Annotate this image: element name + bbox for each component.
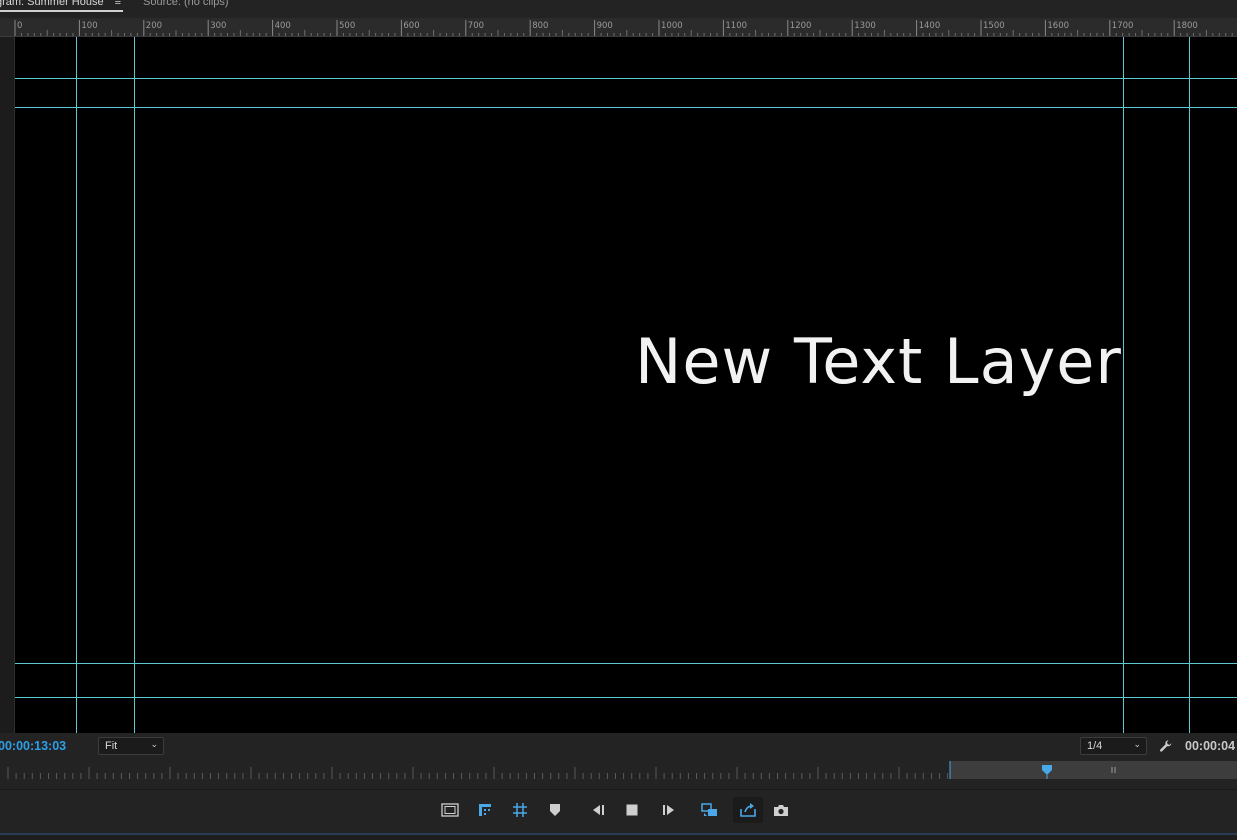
ruler-label: 1000 [661,21,683,31]
guide-vertical[interactable] [1189,37,1190,733]
program-monitor: gram: Summer House ≡ Source: (no clips) … [0,0,1237,840]
vertical-ruler[interactable] [0,37,15,733]
ruler-label: 800 [532,21,548,31]
ruler-label: 500 [339,21,355,31]
ruler-label: 1800 [1176,21,1198,31]
playhead-timecode[interactable]: 00:00:13:03 [0,739,66,753]
ruler-label: 1100 [725,21,747,31]
ruler-label: 1600 [1047,21,1069,31]
guide-horizontal[interactable] [15,78,1237,79]
ruler-ticks: 0 100 200 300 400 500 600 700 800 900 1000 1100 1200… [14,20,1233,36]
stop-icon [626,804,638,816]
step-back-button[interactable] [586,799,610,821]
zoom-level-select[interactable]: Fit ⌄ [98,737,164,755]
panel-tab-bar: gram: Summer House ≡ Source: (no clips) [0,0,1237,12]
tab-program-monitor[interactable]: gram: Summer House ≡ [0,0,124,12]
mini-timeline-ticks [7,761,1237,779]
zoom-level-value: Fit [105,740,118,752]
monitor-controls-row: 00:00:13:03 Fit ⌄ 1/4 ⌄ 00:00:04 [0,733,1237,759]
step-back-icon [593,805,604,815]
tab-source-monitor[interactable]: Source: (no clips) [143,0,229,12]
ruler-label: 600 [403,21,419,31]
hamburger-menu-icon[interactable]: ≡ [115,0,121,8]
transport-controls [0,791,1237,833]
chevron-down-icon: ⌄ [1133,739,1141,749]
grid-button[interactable] [508,799,532,821]
panel-bottom-edge [0,835,1237,840]
marker-icon [550,804,560,816]
guide-horizontal[interactable] [15,663,1237,664]
ruler-label: 1200 [790,21,812,31]
loop-icon [701,803,717,816]
add-marker-icon [479,804,491,816]
video-canvas[interactable]: New Text Layer [15,37,1237,733]
export-frame-icon [740,803,756,817]
horizontal-ruler[interactable]: 0 100 200 300 400 500 600 700 800 900 1000 1100 1200… [0,18,1237,37]
step-forward-button[interactable] [657,799,681,821]
ruler-label: 300 [210,21,226,31]
playback-resolution-value: 1/4 [1087,740,1103,752]
mini-timeline[interactable] [0,759,1237,781]
ruler-label: 100 [81,21,97,31]
ruler-label: 700 [468,21,484,31]
ruler-label: 1700 [1112,21,1134,31]
tab-source-label: Source: (no clips) [143,0,229,8]
marker-button[interactable] [543,799,567,821]
guide-horizontal[interactable] [15,697,1237,698]
ruler-label: 200 [146,21,162,31]
ruler-label: 900 [597,21,613,31]
wrench-icon[interactable] [1159,739,1173,753]
ruler-label: 1500 [983,21,1005,31]
ruler-label: 0 [17,21,22,31]
step-forward-icon [663,805,674,815]
guide-vertical[interactable] [134,37,135,733]
ruler-label: 1400 [919,21,941,31]
work-area-bar [950,761,1237,779]
camera-icon [774,804,788,816]
safe-margins-icon [441,803,459,817]
add-marker-button[interactable] [473,799,497,821]
loop-button[interactable] [698,799,722,821]
controls-divider [0,789,1237,790]
ruler-label: 400 [275,21,291,31]
camera-button[interactable] [769,799,793,821]
guide-horizontal[interactable] [15,107,1237,108]
duration-timecode: 00:00:04 [1185,739,1236,753]
text-layer[interactable]: New Text Layer [635,325,1122,398]
safe-margins-button[interactable] [438,799,462,821]
export-frame-button[interactable] [733,797,763,823]
tab-program-label: gram: Summer House [0,0,104,8]
grid-icon [513,803,527,817]
stop-button[interactable] [620,799,644,821]
chevron-down-icon: ⌄ [150,739,158,749]
guide-vertical[interactable] [76,37,77,733]
ruler-label: 1300 [854,21,876,31]
playback-resolution-select[interactable]: 1/4 ⌄ [1080,737,1147,755]
guide-vertical[interactable] [1123,37,1124,733]
